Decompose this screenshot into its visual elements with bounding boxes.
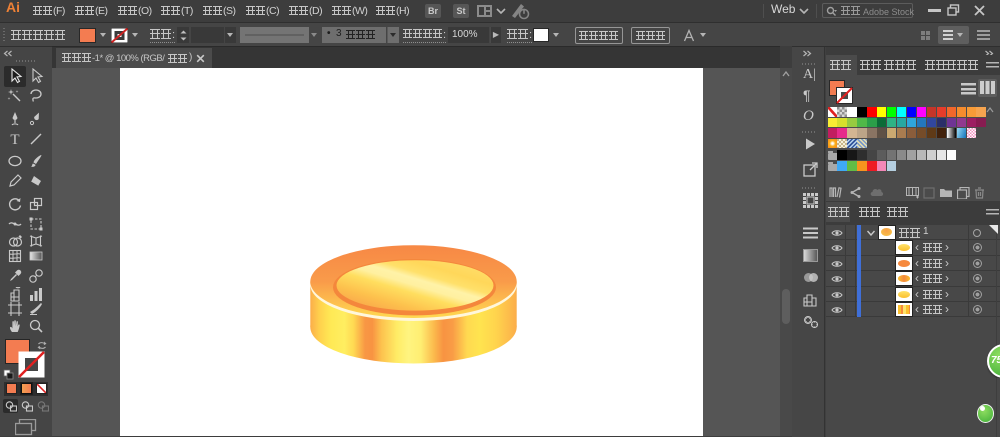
- svg-text:T: T: [10, 132, 19, 147]
